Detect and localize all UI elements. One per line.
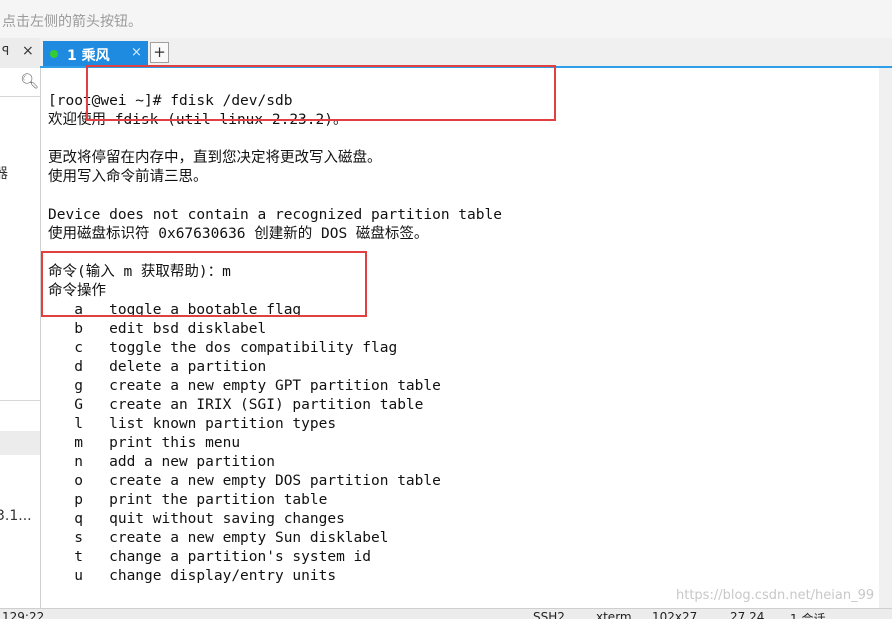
- tab-strip: 1 乘风 × +: [40, 38, 892, 68]
- terminal-line: 使用写入命令前请三思。: [48, 169, 208, 185]
- tab-close-icon[interactable]: ×: [131, 45, 142, 60]
- terminal-line: b edit bsd disklabel: [48, 321, 267, 337]
- connected-status-icon: [50, 50, 58, 58]
- terminal-scrollbar[interactable]: [879, 68, 892, 608]
- panel-section-bar: [0, 431, 40, 455]
- panel-search[interactable]: 🔍︎: [0, 68, 40, 97]
- panel-header: ꟼ ×: [0, 38, 40, 69]
- terminal-line: q quit without saving changes: [48, 511, 345, 527]
- pin-icon[interactable]: ꟼ: [2, 44, 9, 58]
- panel-list-item[interactable]: 3.1...: [0, 508, 32, 524]
- add-tab-button[interactable]: +: [150, 42, 169, 63]
- terminal-line: t change a partition's system id: [48, 549, 372, 565]
- terminal-line: o create a new empty DOS partition table: [48, 473, 441, 489]
- annotation-box-menu: [41, 251, 367, 317]
- terminal-line: c toggle the dos compatibility flag: [48, 340, 398, 356]
- terminal-line: p print the partition table: [48, 492, 328, 508]
- status-bar: 129:22 SSH2 xterm 102x27 27,24 1 会话: [0, 608, 892, 619]
- terminal-line: n add a new partition: [48, 454, 275, 470]
- toolbar: 点击左侧的箭头按钮。: [0, 0, 892, 39]
- terminal-line: s create a new empty Sun disklabel: [48, 530, 389, 546]
- terminal-output[interactable]: [root@wei ~]# fdisk /dev/sdb 欢迎使用 fdisk (…: [41, 68, 879, 608]
- terminal-line: g create a new empty GPT partition table: [48, 378, 441, 394]
- terminal-line: Device does not contain a recognized par…: [48, 207, 502, 223]
- annotation-box-command: [86, 65, 556, 121]
- watermark: https://blog.csdn.net/heian_99: [676, 588, 875, 603]
- tab-label: 1 乘风: [67, 48, 110, 64]
- close-icon[interactable]: ×: [22, 43, 34, 59]
- session-manager-panel: ꟼ × 🔍︎ 器 3.1...: [0, 38, 41, 610]
- terminal-line: l list known partition types: [48, 416, 337, 432]
- terminal-line: 使用磁盘标识符 0x67630636 创建新的 DOS 磁盘标签。: [48, 226, 429, 242]
- panel-text-fragment: 器: [0, 163, 8, 183]
- terminal-text: [root@wei ~]# fdisk /dev/sdb 欢迎使用 fdisk (…: [48, 92, 502, 586]
- terminal-line: u change display/entry units: [48, 568, 337, 584]
- tab-session-1[interactable]: 1 乘风 ×: [43, 41, 148, 66]
- terminal-line: m print this menu: [48, 435, 241, 451]
- panel-divider: [0, 400, 40, 401]
- terminal-line: d delete a partition: [48, 359, 267, 375]
- terminal-line: G create an IRIX (SGI) partition table: [48, 397, 424, 413]
- toolbar-hint: 点击左侧的箭头按钮。: [2, 14, 142, 30]
- search-icon[interactable]: 🔍︎: [20, 72, 39, 90]
- terminal-line: 更改将停留在内存中，直到您决定将更改写入磁盘。: [48, 150, 382, 166]
